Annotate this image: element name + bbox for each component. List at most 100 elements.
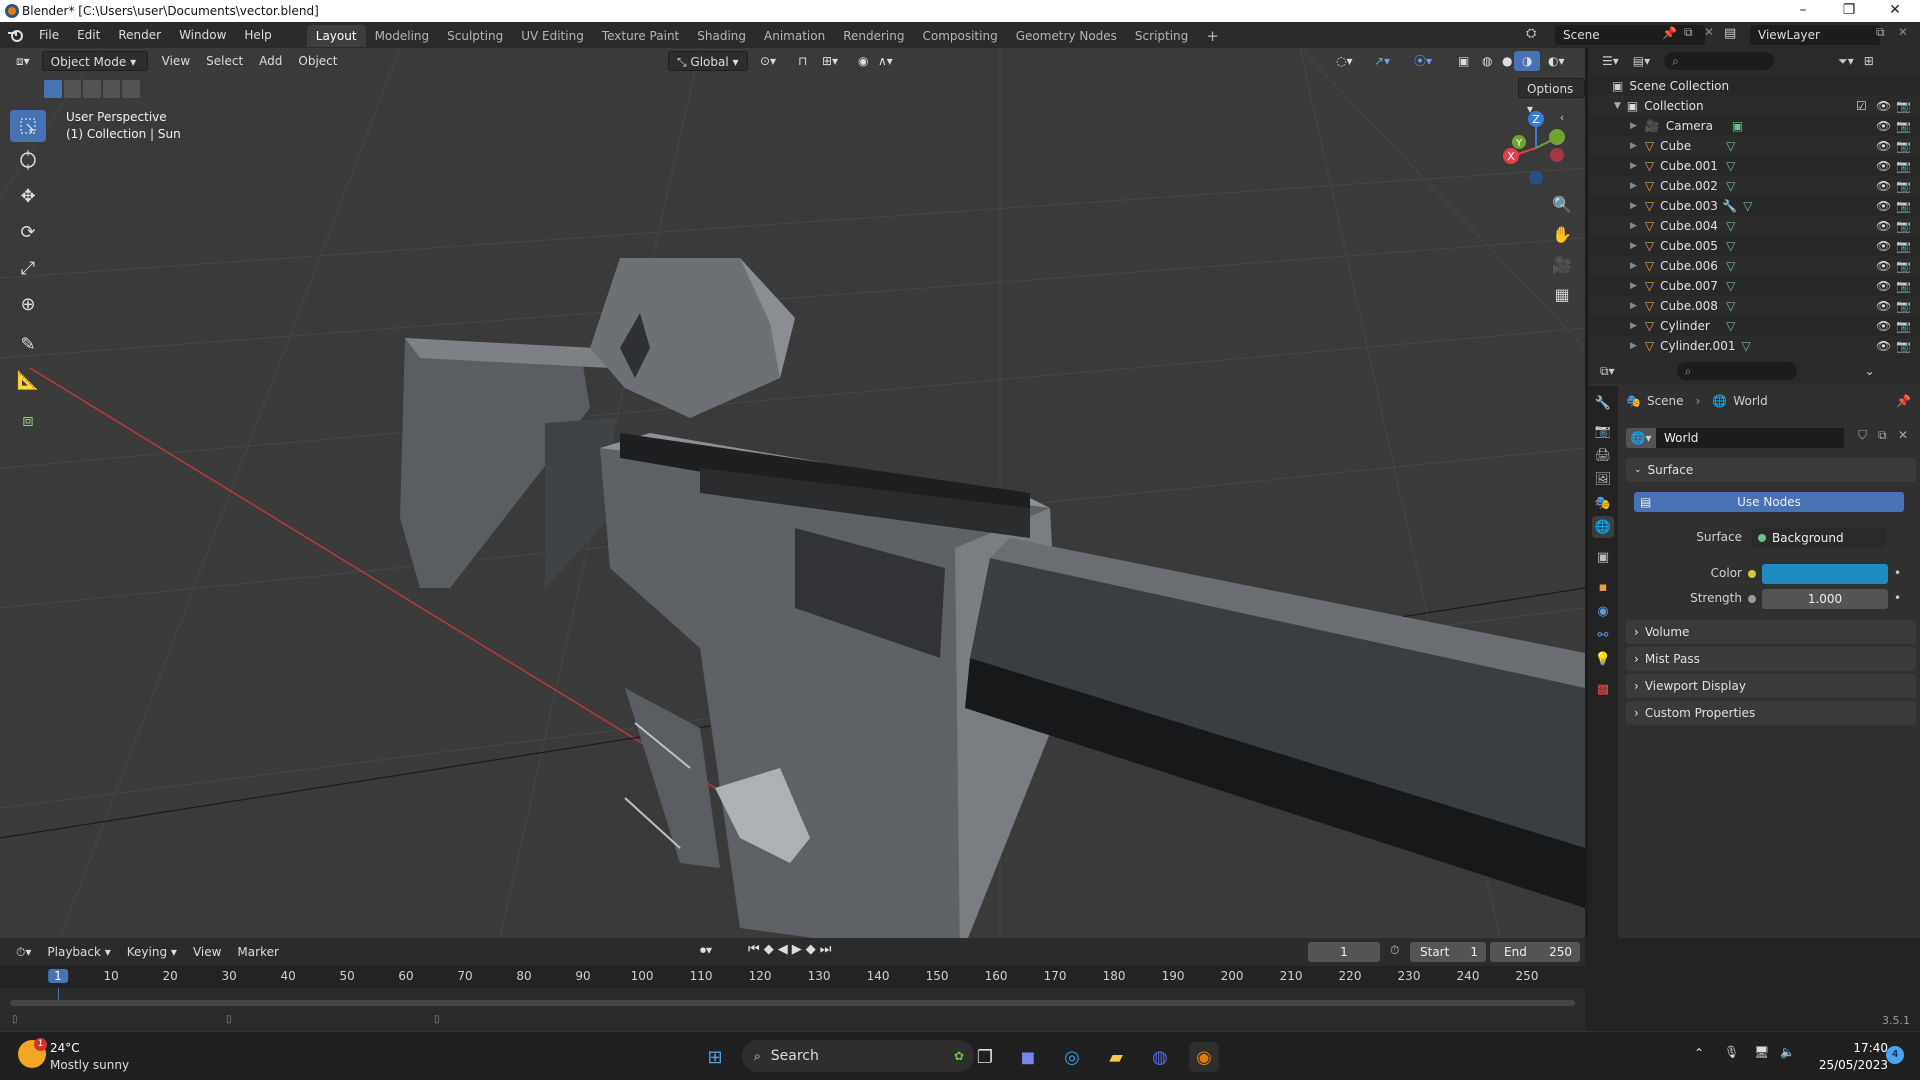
world-browse-icon[interactable]: 🌐▾ [1626,428,1656,448]
move-tool-icon[interactable]: ✥ [10,180,46,212]
eye-icon[interactable]: 👁 [1876,219,1891,233]
expand-arrow-icon[interactable]: ▶ [1630,321,1637,331]
world-datablock-field[interactable]: World [1656,428,1844,448]
menu-select[interactable]: Select [198,51,251,71]
edge-browser-icon[interactable]: ◎ [1057,1042,1087,1072]
maximize-button[interactable]: ❐ [1826,0,1872,22]
tab-sculpting[interactable]: Sculpting [438,25,512,47]
material-shading-icon[interactable]: ◑ [1514,51,1541,71]
microphone-icon[interactable]: 🎙 [1724,1045,1739,1059]
world-tab-icon[interactable]: 🌐 [1592,516,1614,538]
select-new-icon[interactable] [44,80,62,98]
render-camera-icon[interactable]: 📷 [1896,119,1911,133]
collection-tab-icon[interactable]: ▣ [1592,546,1614,568]
outliner-item[interactable]: ▶ ▽ Cylinder.001 ▽ 👁 📷 [1588,336,1920,356]
menu-object[interactable]: Object [290,51,345,71]
eye-icon[interactable]: 👁 [1876,99,1891,113]
properties-editor-icon[interactable]: ⧉▾ [1600,364,1615,379]
scale-tool-icon[interactable]: ⤢ [10,252,46,284]
unlink-world-icon[interactable]: ✕ [1898,428,1908,442]
prev-keyframe-icon[interactable]: ◆ [764,942,778,957]
object-mode-dropdown[interactable]: Object Mode ▾ [41,51,148,71]
start-frame-field[interactable]: Start 1 [1410,942,1486,962]
add-workspace-button[interactable]: + [1197,25,1228,47]
constraints-tab-icon[interactable]: ⚯ [1592,624,1614,646]
menu-timeline-view[interactable]: View [185,942,229,962]
outliner-item[interactable]: ▶ ▽ Cube.008 ▽ 👁 📷 [1588,296,1920,316]
viewport-display-panel-header[interactable]: › Viewport Display [1626,674,1916,698]
view-layer-field[interactable]: ViewLayer [1750,25,1880,45]
preview-range-icon[interactable]: ⏱ [1390,943,1399,958]
view-layer-tab-icon[interactable]: 🖼 [1592,468,1614,490]
next-keyframe-icon[interactable]: ◆ [806,942,820,957]
tab-uv-editing[interactable]: UV Editing [512,25,593,47]
tool-tab-icon[interactable]: 🔧 [1592,392,1614,414]
strength-keyframe-icon[interactable]: • [1894,591,1901,605]
play-icon[interactable]: ▶ [792,942,806,957]
select-subtract-icon[interactable] [83,80,101,98]
tab-texture-paint[interactable]: Texture Paint [593,25,688,47]
delete-view-layer-icon[interactable]: ✕ [1898,25,1908,39]
mist-pass-panel-header[interactable]: › Mist Pass [1626,647,1916,671]
tab-animation[interactable]: Animation [755,25,834,47]
taskbar-search-box[interactable]: ⌕ Search ✿ [742,1040,974,1072]
tab-scripting[interactable]: Scripting [1126,25,1197,47]
eye-icon[interactable]: 👁 [1876,279,1891,293]
outliner-item[interactable]: ▶ 🎥 Camera ▣ 👁 📷 [1588,116,1920,136]
render-camera-icon[interactable]: 📷 [1896,299,1911,313]
perspective-toggle-icon[interactable]: ▦ [1548,280,1576,308]
data-tab-icon[interactable]: 💡 [1592,648,1614,670]
timeline-editor-icon[interactable]: ⏱▾ [8,942,39,962]
outliner-collection[interactable]: ▼ ▣ Collection ☑ 👁 📷 [1588,96,1920,116]
falloff-icon[interactable]: ∧▾ [870,51,901,71]
render-camera-icon[interactable]: 📷 [1896,199,1911,213]
end-frame-field[interactable]: End 250 [1490,942,1580,962]
windows-start-icon[interactable]: ⊞ [700,1042,730,1072]
expand-arrow-icon[interactable]: ▶ [1630,141,1637,151]
eye-icon[interactable]: 👁 [1876,179,1891,193]
weather-temperature[interactable]: 24°C [50,1041,80,1055]
outliner-item[interactable]: ▶ ▽ Cube.003 🔧 ▽ 👁 📷 [1588,196,1920,216]
duplicate-world-icon[interactable]: ⧉ [1878,428,1887,443]
rotate-tool-icon[interactable]: ⟳ [10,216,46,248]
menu-marker[interactable]: Marker [229,942,286,962]
menu-help[interactable]: Help [235,22,280,48]
play-reverse-icon[interactable]: ◀ [778,942,792,957]
camera-view-icon[interactable]: 🎥 [1548,250,1576,278]
rendered-shading-icon[interactable]: ◐▾ [1540,51,1573,71]
select-extend-icon[interactable] [63,80,82,98]
world-color-field[interactable] [1762,564,1888,584]
select-box-tool-icon[interactable] [10,110,46,142]
render-camera-icon[interactable]: 📷 [1896,139,1911,153]
scene-name-field[interactable]: Scene [1555,25,1705,45]
annotate-tool-icon[interactable]: ✎ [10,328,46,360]
object-tab-icon[interactable]: ▪ [1592,576,1614,598]
tab-shading[interactable]: Shading [688,25,755,47]
outliner-item[interactable]: ▶ ▽ Cube.002 ▽ 👁 📷 [1588,176,1920,196]
outliner-item[interactable]: ▶ ▽ Cube.007 ▽ 👁 📷 [1588,276,1920,296]
eye-icon[interactable]: 👁 [1876,199,1891,213]
eye-icon[interactable]: 👁 [1876,159,1891,173]
view-layer-icon[interactable]: ▤ [1724,26,1736,41]
outliner-item[interactable]: ▶ ▽ Cube.004 ▽ 👁 📷 [1588,216,1920,236]
select-invert-icon[interactable] [102,80,121,98]
expand-arrow-icon[interactable]: ▶ [1630,201,1637,211]
timeline-ruler[interactable]: 1 10 20 30 40 50 60 70 80 90 100 110 120 130 140 150 160… [0,966,1585,988]
jump-start-icon[interactable]: ⏮ [748,942,764,957]
discord-icon[interactable]: ◍ [1145,1042,1175,1072]
new-scene-icon[interactable]: ⧉ [1684,25,1693,40]
visibility-icon[interactable]: ◌▾ [1328,51,1361,71]
outliner-item[interactable]: ▶ ▽ Cube ▽ 👁 📷 [1588,136,1920,156]
menu-add[interactable]: Add [251,51,290,71]
tab-geometry-nodes[interactable]: Geometry Nodes [1007,25,1126,47]
render-camera-icon[interactable]: 📷 [1896,339,1911,353]
render-camera-icon[interactable]: 📷 [1896,319,1911,333]
hide-gizmo-chevron-icon[interactable]: ‹ [1548,103,1576,131]
render-camera-icon[interactable]: 📷 [1896,239,1911,253]
minimize-button[interactable]: – [1780,0,1826,22]
expand-arrow-icon[interactable]: ▶ [1630,341,1637,351]
surface-shader-field[interactable]: Background [1752,528,1886,548]
jump-end-icon[interactable]: ⏭ [820,942,836,957]
scene-tab-icon[interactable]: 🎭 [1592,492,1614,514]
render-camera-icon[interactable]: 📷 [1896,99,1911,113]
